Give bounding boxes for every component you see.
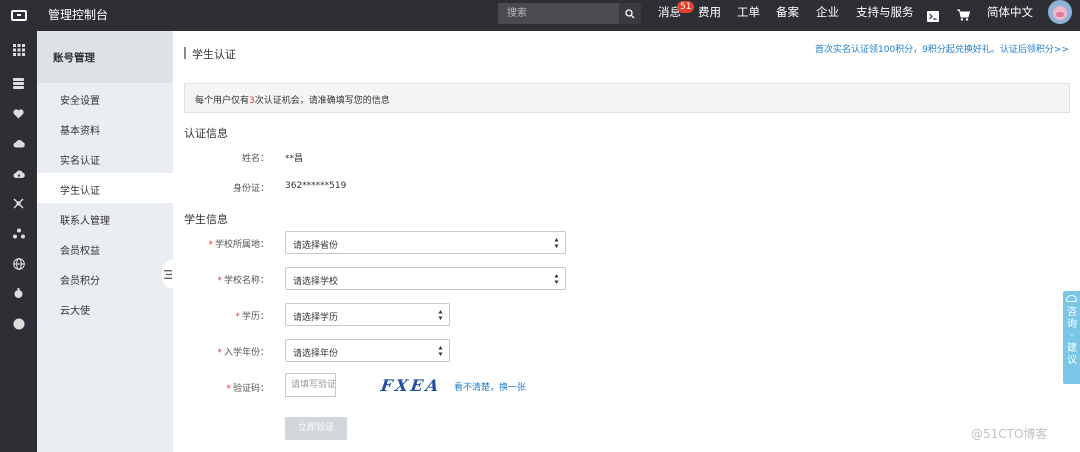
verify-submit-button[interactable]: 立即验证 xyxy=(285,417,347,440)
search-input[interactable] xyxy=(498,3,618,24)
menu-collapse-icon xyxy=(164,269,172,279)
school-name-label: * 学校名称： xyxy=(217,276,269,286)
captcha-refresh-link[interactable]: 看不清楚，换一张 xyxy=(454,380,526,393)
name-value: **昌 xyxy=(285,154,304,164)
sidebar-item-label: 基本资料 xyxy=(60,126,100,137)
sidebar-item-student-auth[interactable]: 学生认证 xyxy=(37,173,173,203)
select-arrows-icon xyxy=(554,238,559,248)
id-number-label: 身份证： xyxy=(232,184,269,194)
captcha-label-text: 验证码： xyxy=(232,384,269,394)
cart-icon[interactable] xyxy=(957,5,971,29)
sidebar-item-security[interactable]: 安全设置 xyxy=(37,83,173,113)
account-sidebar: 账号管理 安全设置 基本资料 实名认证 学生认证 联系人管理 会员权益 会员积分… xyxy=(37,31,173,452)
enrollment-year-label: * 入学年份： xyxy=(217,348,269,358)
watermark: @51CTO博客 xyxy=(971,427,1048,441)
aliyun-logo-icon[interactable] xyxy=(0,0,37,31)
enrollment-year-select[interactable]: 请选择年份 xyxy=(285,339,450,362)
enrollment-year-label-text: 入学年份： xyxy=(223,348,269,358)
school-region-label: * 学校所属地： xyxy=(208,240,269,250)
page-title: 学生认证 xyxy=(192,48,236,61)
network-icon[interactable] xyxy=(12,197,25,210)
select-arrows-icon xyxy=(438,310,443,320)
sidebar-item-real-name[interactable]: 实名认证 xyxy=(37,143,173,173)
nav-support[interactable]: 支持与服务 xyxy=(856,0,914,24)
messages-count-badge: 51 xyxy=(677,1,695,13)
top-navigation-bar: 管理控制台 消息 51 费用 工单 备案 企业 支持与服务 简体中文 xyxy=(0,0,1080,31)
sidebar-item-cloud-ambassador[interactable]: 云大使 xyxy=(37,293,173,323)
school-region-label-text: 学校所属地： xyxy=(214,240,269,250)
sidebar-item-label: 安全设置 xyxy=(60,96,100,107)
degree-label-text: 学历： xyxy=(241,312,269,322)
points-promo-link[interactable]: 首次实名认证领100积分，9积分起兑换好礼。认证后领积分>> xyxy=(815,42,1069,55)
sidebar-item-label: 实名认证 xyxy=(60,156,100,167)
name-label: 姓名： xyxy=(241,154,269,164)
sidebar-item-member-benefits[interactable]: 会员权益 xyxy=(37,233,173,263)
id-number-value: 362******519 xyxy=(285,181,347,191)
title-accent-bar xyxy=(184,47,186,59)
globe-icon[interactable] xyxy=(12,257,25,270)
notice-text: 每个用户仅有 xyxy=(195,96,250,106)
captcha-input[interactable] xyxy=(285,373,336,397)
province-select-value: 请选择省份 xyxy=(293,241,339,251)
consult-suggest-tab[interactable]: 咨询·建议 xyxy=(1063,291,1080,384)
school-select-value: 请选择学校 xyxy=(293,277,339,287)
grid-icon[interactable] xyxy=(12,43,25,56)
sidebar-item-label: 会员权益 xyxy=(60,246,100,257)
user-avatar[interactable] xyxy=(1048,0,1072,24)
nav-enterprise[interactable]: 企业 xyxy=(816,0,839,24)
year-select-value: 请选择年份 xyxy=(293,349,339,359)
cluster-icon[interactable] xyxy=(12,227,25,240)
cloud-icon[interactable] xyxy=(12,137,25,150)
heart-icon[interactable] xyxy=(12,107,25,120)
degree-select[interactable]: 请选择学历 xyxy=(285,303,450,326)
select-arrows-icon xyxy=(554,274,559,284)
sidebar-item-contacts[interactable]: 联系人管理 xyxy=(37,203,173,233)
auth-info-section-title: 认证信息 xyxy=(184,127,228,140)
sidebar-item-label: 学生认证 xyxy=(60,186,100,197)
nav-fees[interactable]: 费用 xyxy=(698,0,721,24)
nav-tickets[interactable]: 工单 xyxy=(737,0,760,24)
console-title[interactable]: 管理控制台 xyxy=(48,0,108,31)
sidebar-item-label: 会员积分 xyxy=(60,276,100,287)
search-box xyxy=(498,3,641,24)
nav-language[interactable]: 简体中文 xyxy=(987,0,1033,24)
search-button[interactable] xyxy=(619,3,641,24)
bulb-icon[interactable] xyxy=(12,287,25,300)
school-select[interactable]: 请选择学校 xyxy=(285,267,566,290)
main-content: 学生认证 首次实名认证领100积分，9积分起兑换好礼。认证后领积分>> 每个用户… xyxy=(173,31,1080,452)
terminal-icon[interactable] xyxy=(927,6,939,30)
captcha-label: * 验证码： xyxy=(226,384,269,394)
attempts-notice: 每个用户仅有3次认证机会，请准确填写您的信息 xyxy=(184,83,1070,113)
search-icon xyxy=(625,8,635,18)
sidebar-header-title: 账号管理 xyxy=(53,52,95,64)
cloud-upload-icon[interactable] xyxy=(12,167,25,180)
captcha-image[interactable]: FXEA xyxy=(380,376,443,395)
sidebar-item-label: 联系人管理 xyxy=(60,216,110,227)
sidebar-item-member-points[interactable]: 会员积分 xyxy=(37,263,173,293)
chat-icon xyxy=(1066,295,1077,302)
sidebar-header: 账号管理 xyxy=(37,31,173,83)
nav-filing[interactable]: 备案 xyxy=(776,0,799,24)
consult-label: 咨询·建议 xyxy=(1067,307,1077,366)
province-select[interactable]: 请选择省份 xyxy=(285,231,566,254)
select-arrows-icon xyxy=(438,346,443,356)
sidebar-item-basic-info[interactable]: 基本资料 xyxy=(37,113,173,143)
database-icon[interactable] xyxy=(12,77,25,90)
circle-icon[interactable] xyxy=(12,317,25,330)
sidebar-item-label: 云大使 xyxy=(60,306,90,317)
school-name-label-text: 学校名称： xyxy=(223,276,269,286)
student-info-section-title: 学生信息 xyxy=(184,213,228,226)
degree-select-value: 请选择学历 xyxy=(293,313,339,323)
notice-text-tail: 次认证机会，请准确填写您的信息 xyxy=(254,96,390,106)
product-icon-rail xyxy=(0,31,37,452)
degree-label: * 学历： xyxy=(235,312,269,322)
